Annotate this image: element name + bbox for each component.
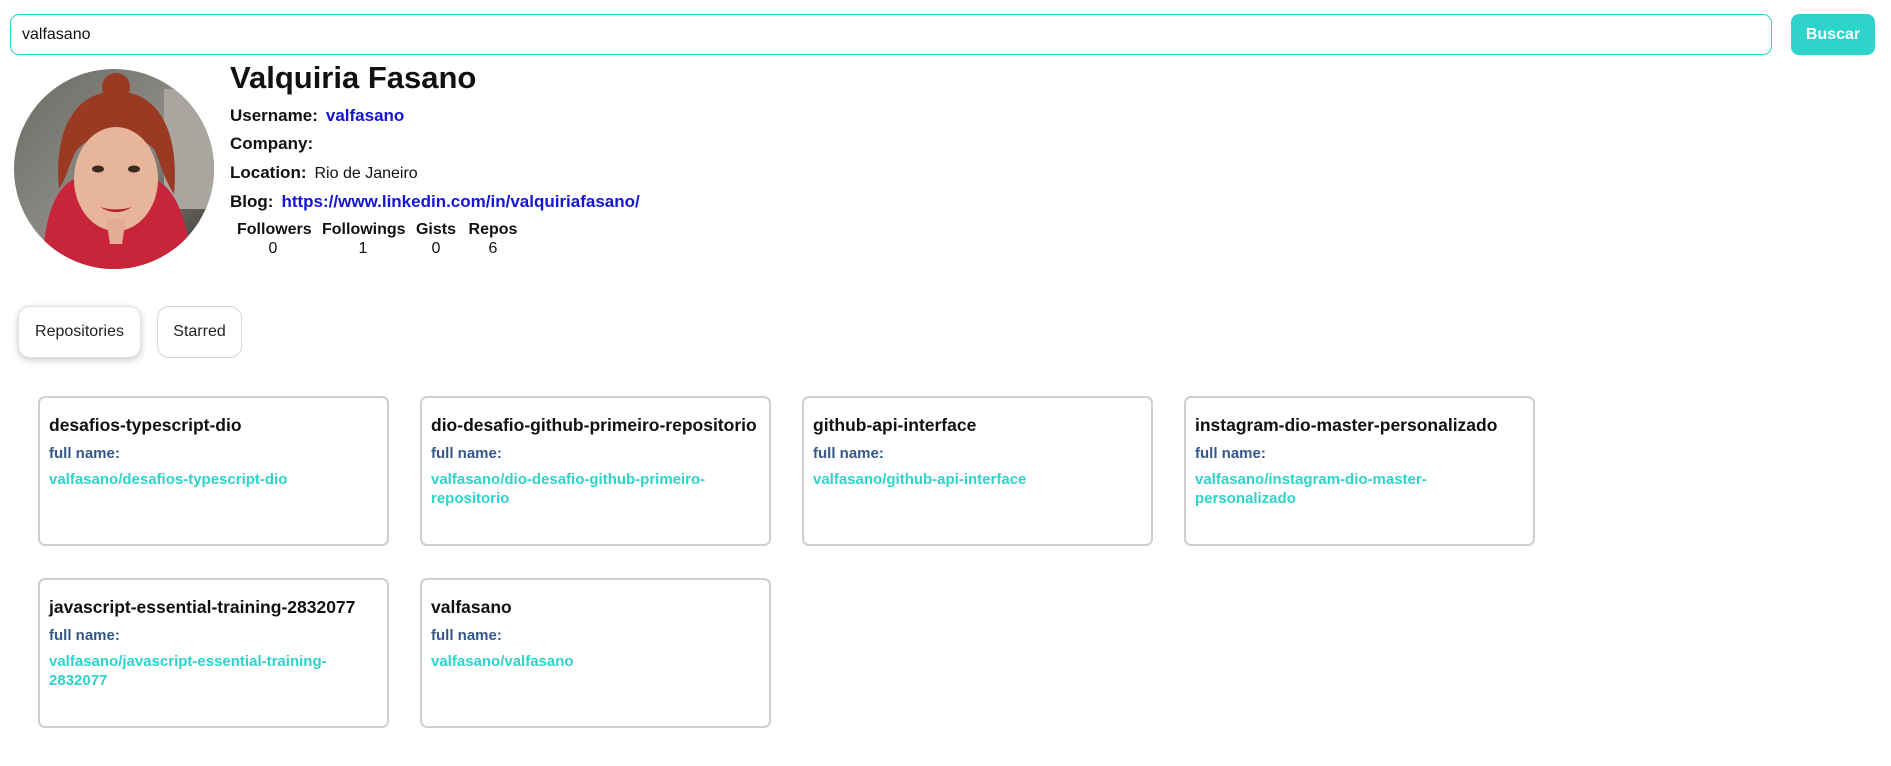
tab-repositories[interactable]: Repositories [18,306,141,358]
repo-full-name-label: full name: [49,445,120,462]
stat-followers: Followers 0 [237,221,312,258]
repo-card[interactable]: dio-desafio-github-primeiro-repositorio … [420,396,771,546]
location-label: Location: [230,163,307,182]
blog-row: Blog: https://www.linkedin.com/in/valquir… [230,192,640,212]
repo-title: desafios-typescript-dio [49,415,242,435]
stat-label: Gists [415,221,456,238]
search-button[interactable]: Buscar [1791,14,1875,55]
blog-link[interactable]: https://www.linkedin.com/in/valquiriafas… [281,192,639,211]
stat-label: Followings [322,221,406,238]
repo-full-name: valfasano/valfasano [431,653,574,670]
repo-full-name-label: full name: [1195,445,1266,462]
repo-full-name: valfasano/github-api-interface [813,471,1027,488]
repo-card[interactable]: instagram-dio-master-personalizado full … [1184,396,1535,546]
repo-card[interactable]: github-api-interface full name: valfasan… [802,396,1153,546]
tab-starred[interactable]: Starred [157,306,242,358]
repo-full-name-label: full name: [813,445,884,462]
stat-repos: Repos 6 [468,221,518,258]
repo-title: javascript-essential-training-2832077 [49,597,356,617]
company-label: Company: [230,134,314,153]
username-link[interactable]: valfasano [326,106,404,125]
stat-followings: Followings 1 [322,221,406,258]
stat-value: 0 [268,240,278,257]
repo-card[interactable]: javascript-essential-training-2832077 fu… [38,578,389,728]
company-row: Company: [230,134,321,154]
repo-full-name: valfasano/dio-desafio-github-primeiro-re… [431,471,706,507]
repo-card[interactable]: desafios-typescript-dio full name: valfa… [38,396,389,546]
profile-name: Valquiria Fasano [230,60,477,95]
location-value: Rio de Janeiro [314,165,418,182]
repo-full-name: valfasano/instagram-dio-master-personali… [1195,471,1427,507]
stat-label: Followers [237,221,312,238]
repo-full-name-label: full name: [49,627,120,644]
repo-full-name-label: full name: [431,627,502,644]
avatar-photo-icon [14,69,214,269]
stat-label: Repos [468,221,518,238]
location-row: Location: Rio de Janeiro [230,163,418,183]
repo-title: valfasano [431,597,512,617]
repo-title: github-api-interface [813,415,977,435]
stat-value: 1 [358,240,368,257]
repo-full-name-label: full name: [431,445,502,462]
repo-card[interactable]: valfasano full name: valfasano/valfasano [420,578,771,728]
username-label: Username: [230,106,318,125]
username-row: Username: valfasano [230,106,404,126]
repo-title: instagram-dio-master-personalizado [1195,415,1498,435]
repo-title: dio-desafio-github-primeiro-repositorio [431,415,757,435]
stat-value: 6 [488,240,498,257]
stat-value: 0 [431,240,441,257]
avatar [14,69,214,269]
repo-full-name: valfasano/desafios-typescript-dio [49,471,288,488]
repo-full-name: valfasano/javascript-essential-training-… [49,653,327,689]
blog-label: Blog: [230,192,274,211]
stat-gists: Gists 0 [414,221,458,258]
search-input[interactable] [10,14,1772,55]
